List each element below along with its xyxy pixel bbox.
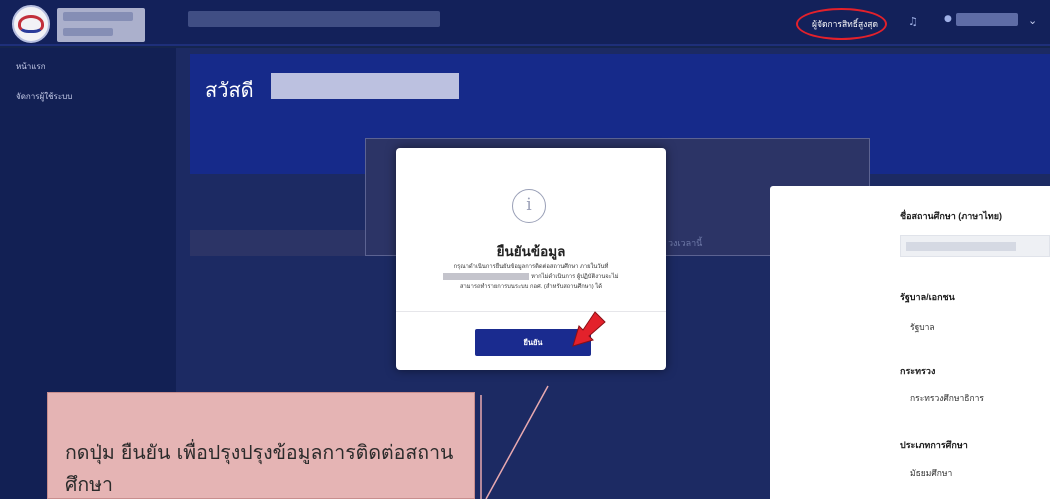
school-name-field[interactable] (900, 235, 1050, 257)
field-value-education-type: มัธยมศึกษา (910, 468, 953, 478)
breadcrumb-redacted (188, 11, 440, 27)
school-info-panel: ชื่อสถานศึกษา (ภาษาไทย) รัฐบาล/เอกชน รัฐ… (770, 186, 1050, 499)
user-menu[interactable]: ● (944, 11, 1028, 29)
greeting-text: สวัสดี (205, 80, 254, 102)
dialog-message-line1: กรุณาดำเนินการยืนยันข้อมูลการติดต่อสถานศ… (453, 264, 609, 270)
dialog-message: กรุณาดำเนินการยืนยันข้อมูลการติดต่อสถานศ… (422, 262, 640, 292)
highlight-circle (796, 8, 887, 40)
instruction-callout: กดปุ่ม ยืนยัน เพื่อปรุงปรุงข้อมูลการติดต… (47, 392, 475, 499)
field-label-education-type: ประเภทการศึกษา (900, 440, 968, 450)
field-value-ministry: กระทรวงศึกษาธิการ (910, 393, 984, 403)
dialog-divider (396, 311, 666, 312)
field-label-school-name: ชื่อสถานศึกษา (ภาษาไทย) (900, 211, 1003, 221)
chevron-down-icon[interactable]: ⌄ (1028, 14, 1037, 27)
background-card-left (190, 230, 365, 256)
school-name-redacted (906, 242, 1016, 251)
dialog-title: ยืนยันข้อมูล (496, 244, 566, 259)
field-value-sector: รัฐบาล (910, 322, 935, 332)
top-bar: ผู้จัดการสิทธิ์สูงสุด ♫ ● ⌄ (0, 0, 1050, 46)
confirm-dialog: i ยืนยันข้อมูล กรุณาดำเนินการยืนยันข้อมู… (396, 148, 666, 370)
background-card-text: วงเวลานี้ (668, 238, 703, 248)
user-name-redacted (956, 13, 1018, 26)
organization-logo[interactable] (12, 5, 50, 43)
logo-mark (18, 15, 44, 33)
dialog-message-line3: สามารถทำรายการบนระบบ กอศ. (สำหรับสถานศึก… (459, 284, 603, 290)
callout-text: กดปุ่ม ยืนยัน เพื่อปรุงปรุงข้อมูลการติดต… (65, 441, 454, 496)
user-icon: ● (944, 14, 952, 24)
dialog-message-line2: หากไม่ดำเนินการ ผู้ปฏิบัติงานจะไม่ (531, 274, 619, 280)
sidebar-item-home[interactable]: หน้าแรก (16, 60, 46, 73)
greeting-name-redacted (271, 73, 459, 99)
red-arrow-icon (572, 311, 606, 347)
info-icon: i (512, 189, 546, 223)
deadline-date-redacted (443, 272, 530, 280)
organization-name-redacted (57, 8, 145, 42)
field-label-sector: รัฐบาล/เอกชน (900, 292, 955, 302)
bell-icon[interactable]: ♫ (908, 16, 918, 28)
field-label-ministry: กระทรวง (900, 366, 936, 376)
sidebar-item-user-management[interactable]: จัดการผู้ใช้ระบบ (16, 90, 72, 103)
